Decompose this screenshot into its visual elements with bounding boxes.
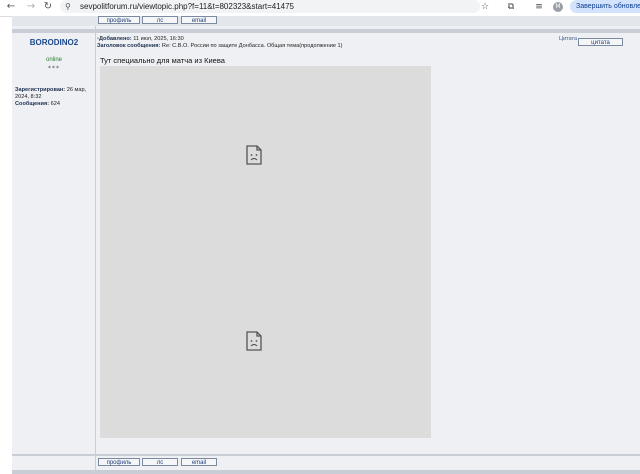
back-icon[interactable]: ← [4, 0, 18, 14]
pm-button[interactable]: лс [142, 458, 178, 466]
quote-button[interactable]: цитата [578, 38, 623, 46]
author-sidebar [12, 16, 96, 474]
finish-update-button[interactable]: Завершить обновление [570, 0, 640, 13]
author-username[interactable]: BORODINO2 [12, 38, 96, 47]
reading-list-icon[interactable]: ≡ [532, 0, 546, 14]
broken-image-icon [246, 331, 262, 351]
profile-button[interactable]: профиль [98, 16, 140, 24]
quote-controls: Цитата цитата [559, 36, 629, 50]
email-button[interactable]: email [181, 16, 217, 24]
pm-button[interactable]: лс [142, 16, 178, 24]
bookmark-star-icon[interactable]: ☆ [478, 0, 492, 14]
browser-toolbar: ← → ↻ ⚲ sevpolitforum.ru/viewtopic.php?f… [0, 0, 640, 17]
subject-value: Re: С.В.О. России по защите Донбасса. Об… [161, 42, 343, 49]
post-body-text: Тут специально для матча из Киева [100, 56, 225, 65]
reload-icon[interactable]: ↻ [41, 0, 55, 14]
address-bar[interactable]: ⚲ sevpolitforum.ru/viewtopic.php?f=11&t=… [60, 0, 480, 13]
url-text[interactable]: sevpolitforum.ru/viewtopic.php?f=11&t=80… [80, 0, 294, 13]
broken-image-icon [246, 145, 262, 165]
rank-stars: *** [48, 65, 60, 72]
post-footer-separator [12, 454, 640, 456]
profile-avatar[interactable]: M [553, 2, 563, 12]
messages-value: 624 [50, 101, 61, 107]
post-header: ▫Добавлено: 11 июл, 2025, 16:30 Заголово… [97, 36, 557, 49]
profile-button[interactable]: профиль [98, 458, 140, 466]
forward-icon[interactable]: → [24, 0, 38, 14]
email-button[interactable]: email [181, 458, 217, 466]
broken-image [100, 252, 431, 438]
online-status: online [45, 57, 62, 63]
forum-post: профиль лс email BORODINO2 online *** За… [12, 16, 640, 474]
author-details: Зарегистрирован: 26 мар, 2024, 8:32 Сооб… [15, 87, 93, 108]
broken-image [100, 66, 431, 252]
post-separator [12, 29, 640, 33]
extensions-icon[interactable]: ⧉ [504, 0, 518, 14]
added-label: Добавлено: [98, 36, 132, 42]
messages-label: Сообщения: [15, 101, 50, 107]
registered-label: Зарегистрирован: [15, 87, 66, 93]
bottom-separator [12, 470, 640, 474]
site-info-icon[interactable]: ⚲ [65, 1, 71, 12]
added-value: 11 июл, 2025, 16:30 [133, 36, 184, 42]
subject-label: Заголовок сообщения: [97, 42, 161, 49]
